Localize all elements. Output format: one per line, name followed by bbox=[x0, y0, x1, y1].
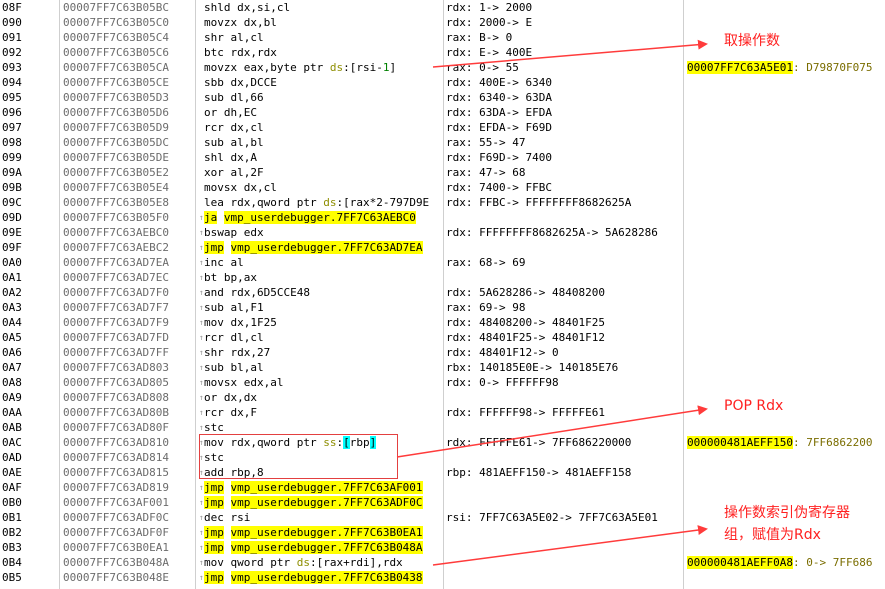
annotation-pop-rdx: POP Rdx bbox=[724, 398, 784, 414]
arrow-assign-rdx bbox=[432, 525, 708, 566]
arrow-pop-rdx bbox=[396, 405, 708, 458]
arrow-fetch-operand bbox=[432, 39, 708, 68]
annotation-fetch-operand: 取操作数 bbox=[724, 33, 780, 49]
annotation-arrows bbox=[396, 39, 708, 566]
annotation-assign-line2: 组，赋值为Rdx bbox=[724, 527, 821, 543]
annotation-assign-line1: 操作数索引伪寄存器 bbox=[724, 505, 850, 521]
